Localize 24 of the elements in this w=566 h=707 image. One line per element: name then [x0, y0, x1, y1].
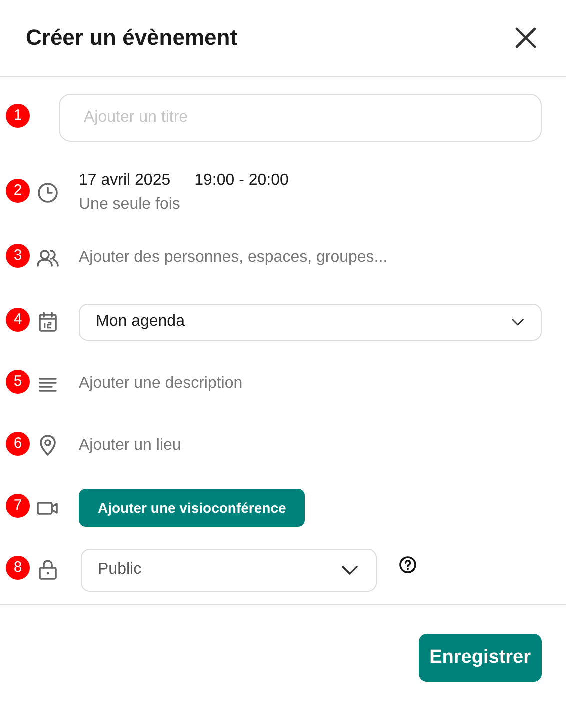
dropdown[interactable]: Mon agenda: [79, 304, 542, 340]
dialog-title: Créer un évènement: [26, 24, 238, 52]
calendar-icon: [36, 310, 60, 334]
recurrence-text[interactable]: Une seule fois: [79, 193, 542, 217]
number-marker: 2: [6, 179, 30, 203]
number-marker: 3: [6, 244, 30, 268]
input-field[interactable]: Ajouter un lieu: [79, 434, 542, 458]
help-icon[interactable]: [399, 556, 417, 574]
event-date[interactable]: 17 avril 2025: [79, 169, 171, 193]
number-marker: 1: [6, 104, 30, 128]
number-marker: 6: [6, 432, 30, 456]
dropdown[interactable]: Public: [81, 548, 377, 592]
event-time[interactable]: 19:00 - 20:00: [194, 169, 289, 193]
input-field[interactable]: Ajouter une description: [79, 372, 542, 396]
clock-icon: [36, 181, 60, 205]
lock-icon: [36, 558, 60, 582]
number-marker: 4: [6, 308, 30, 332]
number-marker: 8: [6, 556, 30, 580]
title-field[interactable]: Ajouter un titre: [59, 94, 542, 142]
number-marker: 7: [6, 494, 30, 518]
number-marker: 5: [6, 370, 30, 394]
video-conference-button[interactable]: Ajouter une visioconférence: [79, 489, 306, 527]
save-button[interactable]: Enregistrer: [418, 634, 542, 682]
input-field[interactable]: Ajouter des personnes, espaces, groupes...: [79, 246, 542, 270]
